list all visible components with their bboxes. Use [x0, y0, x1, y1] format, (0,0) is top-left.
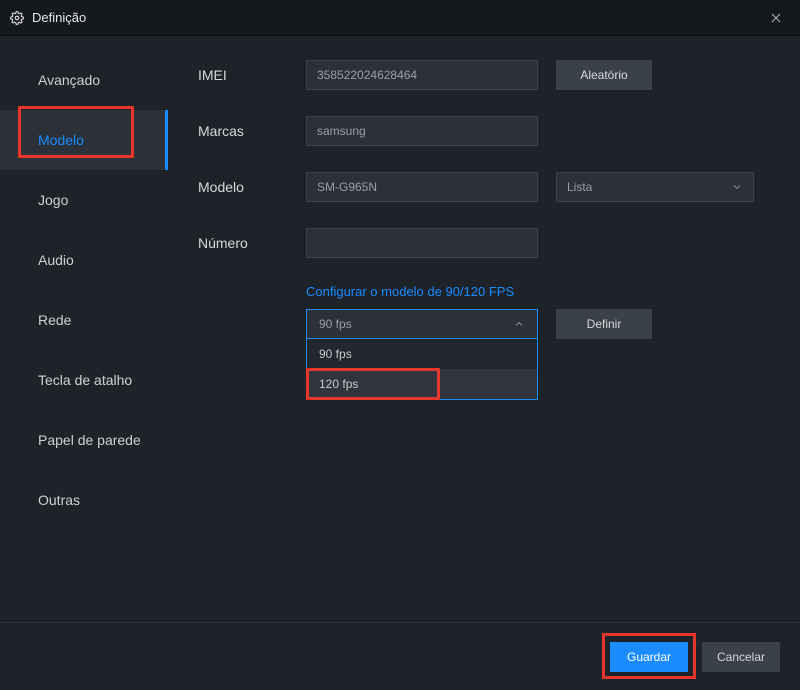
sidebar-item-modelo[interactable]: Modelo [0, 110, 168, 170]
sidebar-item-label: Papel de parede [38, 432, 141, 448]
fps-dropdown[interactable]: 90 fps 90 fps 120 fps [306, 309, 538, 400]
cancel-button[interactable]: Cancelar [702, 642, 780, 672]
sidebar-item-label: Rede [38, 312, 71, 328]
fps-option-120[interactable]: 120 fps [307, 369, 537, 399]
fps-define-button[interactable]: Definir [556, 309, 652, 339]
fps-selected[interactable]: 90 fps [306, 309, 538, 339]
fps-selected-label: 90 fps [319, 317, 352, 331]
sidebar-item-outras[interactable]: Outras [0, 470, 168, 530]
modelo-list-label: Lista [567, 180, 592, 194]
sidebar-item-rede[interactable]: Rede [0, 290, 168, 350]
numero-input[interactable] [306, 228, 538, 258]
sidebar-item-jogo[interactable]: Jogo [0, 170, 168, 230]
fps-option-90[interactable]: 90 fps [307, 339, 537, 369]
fps-options-list: 90 fps 120 fps [306, 339, 538, 400]
numero-label: Número [198, 235, 306, 251]
footer: Guardar Cancelar [0, 622, 800, 690]
content-pane: IMEI Aleatório Marcas Modelo Lista [168, 36, 800, 622]
fps-config-title: Configurar o modelo de 90/120 FPS [306, 284, 780, 299]
sidebar-item-label: Tecla de atalho [38, 372, 132, 388]
sidebar-item-label: Audio [38, 252, 74, 268]
marcas-label: Marcas [198, 123, 306, 139]
save-button[interactable]: Guardar [610, 642, 688, 672]
modelo-input[interactable] [306, 172, 538, 202]
sidebar-item-label: Avançado [38, 72, 100, 88]
chevron-up-icon [513, 318, 525, 330]
sidebar-item-label: Modelo [38, 132, 84, 148]
sidebar-item-label: Outras [38, 492, 80, 508]
close-button[interactable] [762, 4, 790, 32]
modelo-label: Modelo [198, 179, 306, 195]
chevron-down-icon [731, 181, 743, 193]
imei-input[interactable] [306, 60, 538, 90]
window-title: Definição [32, 10, 86, 25]
marcas-input[interactable] [306, 116, 538, 146]
imei-random-button[interactable]: Aleatório [556, 60, 652, 90]
sidebar-item-tecla[interactable]: Tecla de atalho [0, 350, 168, 410]
sidebar-item-audio[interactable]: Audio [0, 230, 168, 290]
sidebar: Avançado Modelo Jogo Audio Rede Tecla de… [0, 36, 168, 622]
modelo-list-dropdown[interactable]: Lista [556, 172, 754, 202]
titlebar: Definição [0, 0, 800, 36]
imei-label: IMEI [198, 67, 306, 83]
gear-icon [10, 11, 24, 25]
sidebar-item-avancado[interactable]: Avançado [0, 50, 168, 110]
sidebar-item-label: Jogo [38, 192, 68, 208]
sidebar-item-papel[interactable]: Papel de parede [0, 410, 168, 470]
